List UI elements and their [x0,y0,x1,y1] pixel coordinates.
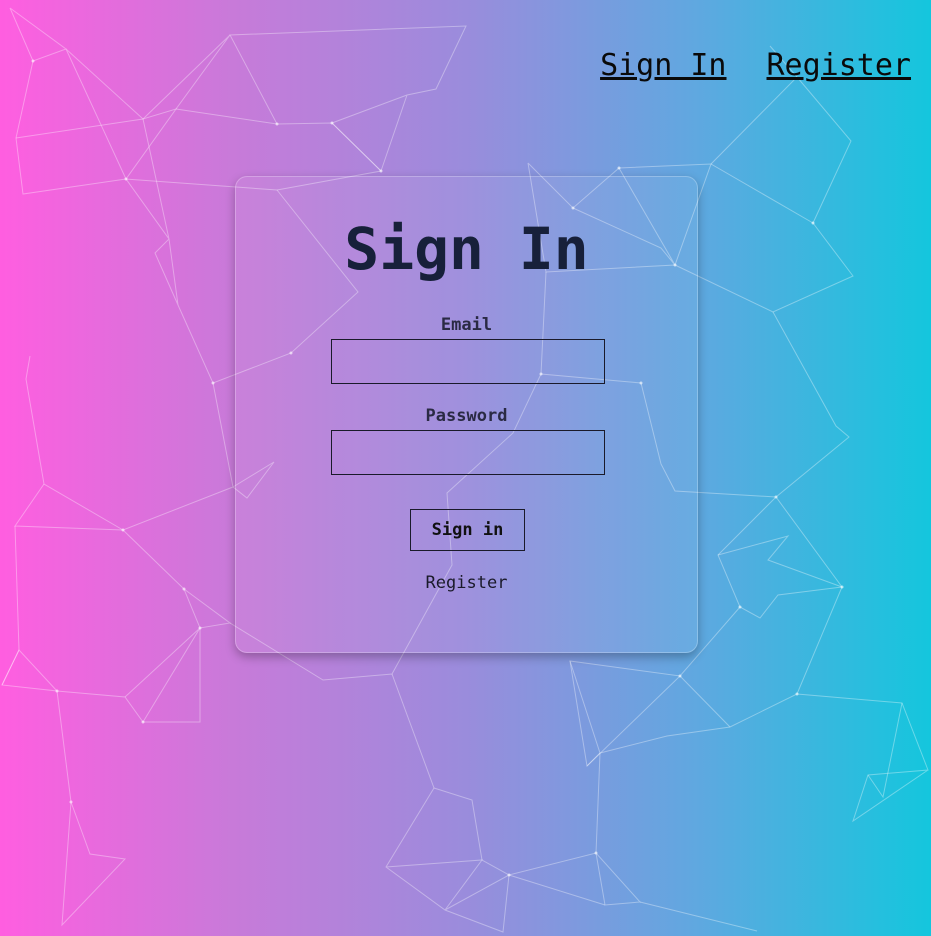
email-field[interactable] [331,339,605,384]
password-label: Password [425,406,508,426]
password-field[interactable] [331,430,605,475]
top-nav: Sign In Register [600,48,911,83]
nav-register-link[interactable]: Register [767,48,912,83]
nav-sign-in-link[interactable]: Sign In [600,48,726,83]
page-title: Sign In [344,215,589,283]
sign-in-button[interactable]: Sign in [410,509,525,551]
register-link[interactable]: Register [236,573,697,593]
sign-in-card: Sign In Email Password Sign in Register [235,176,698,653]
email-label: Email [440,315,493,335]
